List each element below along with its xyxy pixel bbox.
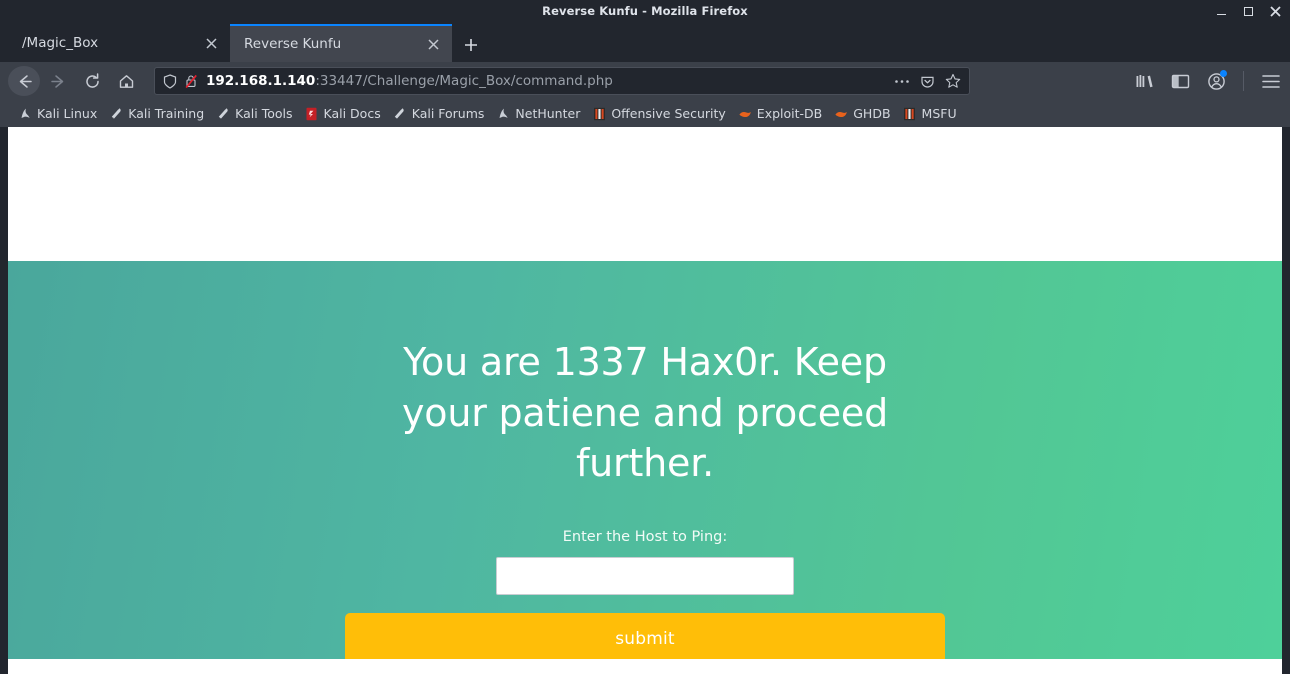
tab-label: Reverse Kunfu (244, 36, 342, 52)
hamburger-menu-icon[interactable] (1260, 69, 1282, 93)
account-notification-dot (1220, 70, 1227, 77)
page-bottom-whitespace (8, 659, 1282, 669)
offsec-logo-icon (903, 107, 917, 121)
kali-dragon-icon (18, 107, 32, 121)
host-input[interactable] (496, 556, 794, 595)
kali-wrench-icon (393, 107, 407, 121)
bookmark-label: NetHunter (515, 106, 581, 121)
url-bar[interactable]: 192.168.1.140:33447/Challenge/Magic_Box/… (154, 67, 970, 95)
bookmark-label: Kali Tools (235, 106, 293, 121)
bookmark-star-icon[interactable] (945, 73, 961, 89)
tab-close-icon[interactable] (424, 35, 442, 53)
url-host: 192.168.1.140 (206, 73, 316, 89)
kali-wrench-icon (216, 107, 230, 121)
home-icon[interactable] (110, 66, 142, 96)
browser-window: Reverse Kunfu - Mozilla Firefox /Magic_B… (0, 0, 1290, 674)
hero-section: You are 1337 Hax0r. Keep your patiene an… (8, 261, 1282, 665)
toolbar-divider (1243, 71, 1244, 91)
bookmark-ghdb[interactable]: GHDB (830, 104, 898, 123)
bookmark-kali-tools[interactable]: Kali Tools (212, 104, 300, 123)
submit-button[interactable]: submit (345, 612, 945, 665)
save-to-pocket-icon[interactable] (920, 74, 935, 89)
maximize-button[interactable] (1242, 5, 1255, 18)
url-path: :33447/Challenge/Magic_Box/command.php (315, 73, 613, 89)
tab-reverse-kunfu[interactable]: Reverse Kunfu (230, 24, 452, 62)
toolbar-right-icons (1127, 69, 1282, 93)
minimize-button[interactable] (1215, 5, 1228, 18)
url-text: 192.168.1.140:33447/Challenge/Magic_Box/… (204, 73, 888, 89)
urlbar-right-icons (894, 73, 963, 89)
insecure-connection-crossed-padlock-icon[interactable] (184, 74, 198, 89)
bookmark-kali-forums[interactable]: Kali Forums (389, 104, 493, 123)
new-tab-button[interactable] (456, 28, 486, 62)
navigation-toolbar: 192.168.1.140:33447/Challenge/Magic_Box/… (0, 62, 1290, 100)
tracking-protection-shield-icon[interactable] (163, 73, 177, 89)
tab-label: /Magic_Box (22, 35, 99, 51)
bookmark-kali-docs[interactable]: Kali Docs (301, 104, 389, 123)
bookmark-msfu[interactable]: MSFU (899, 104, 965, 123)
offsec-logo-icon (592, 107, 606, 121)
urlbar-left-icons (163, 73, 198, 89)
tab-close-icon[interactable] (202, 34, 220, 52)
bookmark-label: Offensive Security (611, 106, 726, 121)
bookmark-label: Kali Docs (323, 106, 381, 121)
tab-strip: /Magic_Box Reverse Kunfu (0, 22, 1290, 62)
forward-arrow-icon[interactable] (42, 66, 74, 96)
page-top-whitespace (8, 127, 1282, 261)
bookmark-label: MSFU (921, 106, 957, 121)
host-input-label: Enter the Host to Ping: (562, 528, 728, 545)
bookmarks-bar: Kali Linux Kali Training Kali Tools Kali… (0, 100, 1290, 127)
page-actions-ellipsis-icon[interactable] (894, 79, 910, 84)
kali-wrench-icon (109, 107, 123, 121)
close-button[interactable] (1269, 5, 1282, 18)
ping-form: Enter the Host to Ping: submit (345, 529, 945, 665)
sidebar-toggle-icon[interactable] (1169, 69, 1191, 93)
bookmark-exploit-db[interactable]: Exploit-DB (734, 104, 830, 123)
reload-icon[interactable] (76, 66, 108, 96)
bookmark-label: Kali Forums (411, 106, 485, 121)
bookmark-kali-training[interactable]: Kali Training (105, 104, 212, 123)
back-arrow-icon[interactable] (8, 66, 40, 96)
account-avatar-icon[interactable] (1205, 69, 1227, 93)
bookmark-offensive-security[interactable]: Offensive Security (588, 104, 733, 123)
title-bar: Reverse Kunfu - Mozilla Firefox (0, 0, 1290, 22)
library-icon[interactable] (1133, 69, 1155, 93)
bookmark-nethunter[interactable]: NetHunter (492, 104, 588, 123)
page-heading: You are 1337 Hax0r. Keep your patiene an… (401, 340, 888, 486)
window-title: Reverse Kunfu - Mozilla Firefox (542, 4, 748, 18)
exploit-db-flame-icon (834, 107, 848, 121)
exploit-db-flame-icon (738, 107, 752, 121)
bookmark-label: Kali Training (128, 106, 205, 121)
kali-dragon-icon (496, 107, 510, 121)
bookmark-label: GHDB (853, 106, 891, 121)
window-controls (1215, 0, 1282, 22)
kali-docs-book-icon (305, 107, 319, 121)
page-viewport: You are 1337 Hax0r. Keep your patiene an… (8, 127, 1282, 674)
bookmark-kali-linux[interactable]: Kali Linux (14, 104, 105, 123)
tab-magic-box[interactable]: /Magic_Box (8, 24, 230, 62)
bookmark-label: Kali Linux (37, 106, 98, 121)
bookmark-label: Exploit-DB (756, 106, 823, 121)
